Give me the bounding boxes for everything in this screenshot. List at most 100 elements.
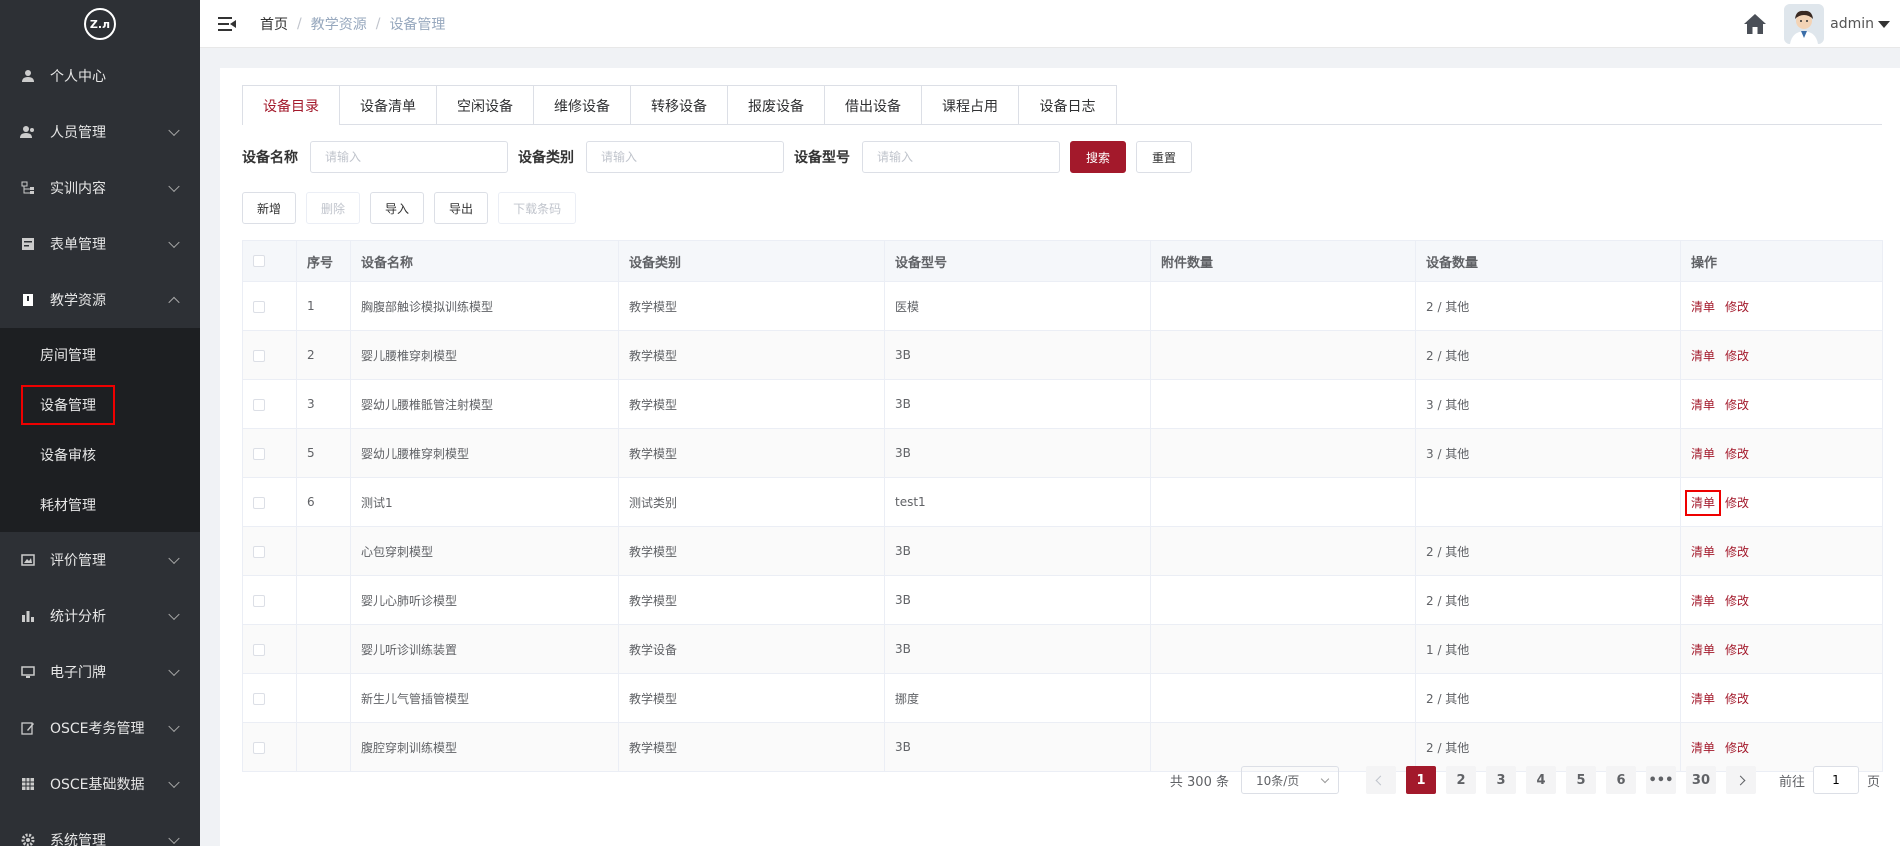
row-checkbox[interactable] [253, 447, 265, 460]
page-more-button[interactable]: ••• [1645, 766, 1676, 794]
tree-icon [20, 180, 36, 196]
page-button[interactable]: 1 [1405, 766, 1436, 794]
gear-icon [20, 832, 36, 846]
cell-name: 新生儿气管插管模型 [350, 673, 619, 723]
edit-link[interactable]: 修改 [1725, 349, 1749, 363]
delete-button[interactable]: 删除 [306, 192, 361, 224]
page-button[interactable]: 5 [1565, 766, 1596, 794]
sidebar-item[interactable]: 电子门牌 [0, 644, 200, 700]
chevron-left-icon [1376, 775, 1386, 785]
edit-link[interactable]: 修改 [1725, 594, 1749, 608]
tab[interactable]: 转移设备 [631, 86, 728, 125]
submenu-item[interactable]: 耗材管理 [0, 480, 200, 530]
tab[interactable]: 设备目录 [243, 86, 340, 125]
sidebar-item[interactable]: 系统管理 [0, 812, 200, 846]
sidebar-item[interactable]: OSCE考务管理 [0, 700, 200, 756]
sidebar-item[interactable]: 统计分析 [0, 588, 200, 644]
page-button[interactable]: 2 [1445, 766, 1476, 794]
equipment-category-input[interactable] [586, 141, 784, 173]
row-select-cell [242, 722, 297, 772]
cell-model: 3B [884, 526, 1151, 576]
edit-link[interactable]: 修改 [1725, 545, 1749, 559]
tab[interactable]: 设备清单 [340, 86, 437, 125]
select-all-checkbox[interactable] [253, 255, 265, 267]
cell-no: 3 [296, 379, 351, 429]
avatar[interactable] [1784, 4, 1825, 44]
row-checkbox[interactable] [253, 692, 265, 705]
list-link[interactable]: 清单 [1691, 692, 1715, 706]
list-link[interactable]: 清单 [1684, 489, 1722, 516]
row-checkbox[interactable] [253, 496, 265, 509]
next-page-button[interactable] [1725, 766, 1756, 794]
sidebar-item[interactable]: 教学资源 [0, 272, 200, 328]
row-checkbox[interactable] [253, 594, 265, 607]
hamburger-icon[interactable] [218, 16, 236, 31]
list-link[interactable]: 清单 [1691, 594, 1715, 608]
sidebar-item-label: 评价管理 [50, 553, 106, 569]
cell-category: 教学模型 [618, 379, 885, 429]
list-link[interactable]: 清单 [1691, 545, 1715, 559]
row-checkbox[interactable] [253, 741, 265, 754]
sidebar-item[interactable]: 表单管理 [0, 216, 200, 272]
edit-link[interactable]: 修改 [1725, 300, 1749, 314]
sidebar-item[interactable]: 个人中心 [0, 48, 200, 104]
import-button[interactable]: 导入 [370, 192, 425, 224]
row-checkbox[interactable] [253, 349, 265, 362]
edit-link[interactable]: 修改 [1725, 447, 1749, 461]
list-link[interactable]: 清单 [1691, 349, 1715, 363]
goto-page-input[interactable] [1812, 766, 1859, 794]
sidebar-item[interactable]: OSCE基础数据 [0, 756, 200, 812]
row-select-cell [242, 379, 297, 429]
add-button[interactable]: 新增 [242, 192, 297, 224]
sidebar-item[interactable]: 人员管理 [0, 104, 200, 160]
row-checkbox[interactable] [253, 300, 265, 313]
page-button[interactable]: 30 [1685, 766, 1716, 794]
page-button[interactable]: 4 [1525, 766, 1556, 794]
breadcrumb-home[interactable]: 首页 [260, 14, 288, 34]
equipment-model-input[interactable] [862, 141, 1060, 173]
tab[interactable]: 维修设备 [534, 86, 631, 125]
sidebar-item[interactable]: 实训内容 [0, 160, 200, 216]
edit-link[interactable]: 修改 [1725, 643, 1749, 657]
action-bar: 新增 删除 导入 导出 下载条码 [242, 192, 586, 224]
search-button[interactable]: 搜索 [1070, 141, 1126, 173]
tab[interactable]: 报废设备 [728, 86, 825, 125]
list-link[interactable]: 清单 [1691, 300, 1715, 314]
submenu-item-label: 设备管理 [21, 385, 115, 425]
page-button[interactable]: 6 [1605, 766, 1636, 794]
cell-actions: 清单 修改 [1680, 526, 1883, 576]
submenu-item[interactable]: 设备审核 [0, 430, 200, 480]
edit-link[interactable]: 修改 [1725, 741, 1749, 755]
username[interactable]: admin [1830, 16, 1874, 32]
list-link[interactable]: 清单 [1691, 398, 1715, 412]
home-icon[interactable] [1742, 11, 1768, 37]
tab[interactable]: 课程占用 [922, 86, 1019, 125]
page-button[interactable]: 3 [1485, 766, 1516, 794]
download-barcode-button[interactable]: 下载条码 [498, 192, 577, 224]
page-size-select[interactable]: 10条/页 [1240, 766, 1339, 794]
submenu-item[interactable]: 设备管理 [0, 380, 200, 430]
tab[interactable]: 空闲设备 [437, 86, 534, 125]
table-row: 6 测试1 测试类别 test1 清单 修改 [242, 477, 1883, 527]
filter-model-label: 设备型号 [794, 150, 850, 166]
cell-no [296, 673, 351, 723]
list-link[interactable]: 清单 [1691, 447, 1715, 461]
submenu-item[interactable]: 房间管理 [0, 330, 200, 380]
tab[interactable]: 借出设备 [825, 86, 922, 125]
reset-button[interactable]: 重置 [1136, 141, 1192, 173]
list-link[interactable]: 清单 [1691, 741, 1715, 755]
export-button[interactable]: 导出 [434, 192, 489, 224]
edit-link[interactable]: 修改 [1725, 398, 1749, 412]
list-link[interactable]: 清单 [1691, 643, 1715, 657]
row-checkbox[interactable] [253, 545, 265, 558]
sidebar-item[interactable]: 评价管理 [0, 532, 200, 588]
cell-category: 教学模型 [618, 526, 885, 576]
caret-down-icon[interactable] [1878, 20, 1890, 28]
equipment-name-input[interactable] [310, 141, 508, 173]
edit-link[interactable]: 修改 [1725, 496, 1749, 510]
tab[interactable]: 设备日志 [1019, 86, 1116, 125]
prev-page-button[interactable] [1365, 766, 1396, 794]
row-checkbox[interactable] [253, 643, 265, 656]
row-checkbox[interactable] [253, 398, 265, 411]
edit-link[interactable]: 修改 [1725, 692, 1749, 706]
